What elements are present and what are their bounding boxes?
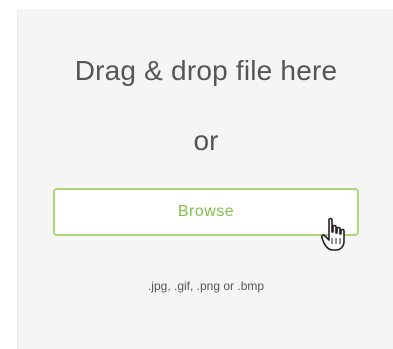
file-drop-zone[interactable]: Drag & drop file here or Browse .jpg, .g… xyxy=(17,10,393,349)
or-separator: or xyxy=(193,125,219,156)
accepted-formats-hint: .jpg, .gif, .png or .bmp xyxy=(147,279,265,293)
browse-button[interactable]: Browse xyxy=(53,188,359,236)
page: Drag & drop file here or Browse .jpg, .g… xyxy=(0,0,393,349)
hand-pointer-icon xyxy=(320,217,345,251)
drop-zone-title: Drag & drop file here xyxy=(74,55,338,86)
